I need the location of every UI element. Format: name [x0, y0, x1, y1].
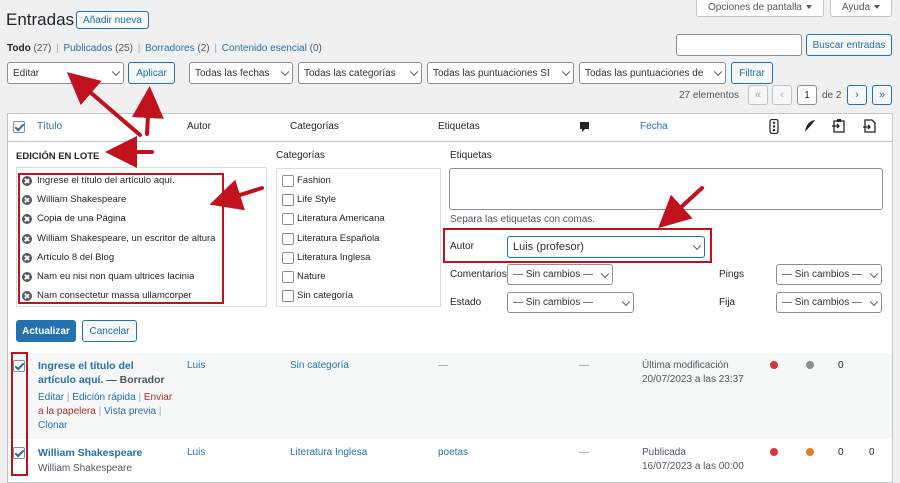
annotation-arrows	[66, 72, 704, 229]
